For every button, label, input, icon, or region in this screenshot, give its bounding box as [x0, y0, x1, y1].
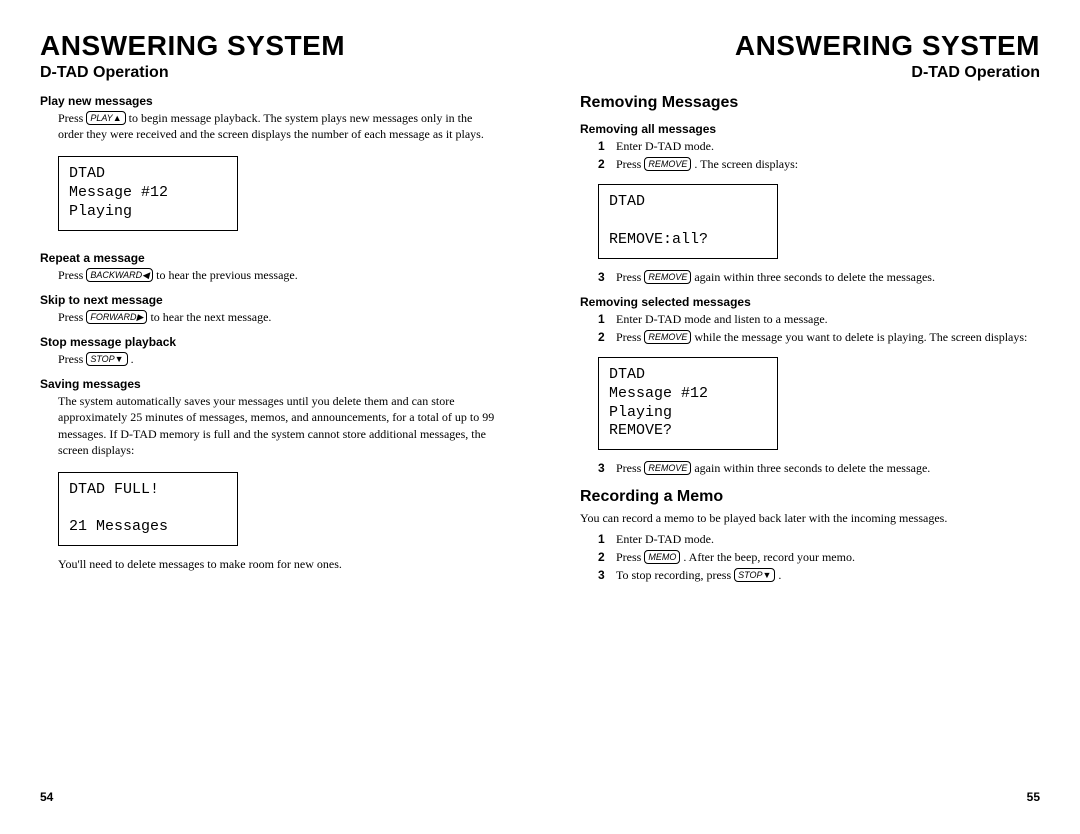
keycap-play: PLAY▲: [86, 111, 125, 125]
heading-play-new: Play new messages: [40, 94, 500, 108]
paragraph: Press STOP▼ .: [40, 351, 500, 367]
heading-removing: Removing Messages: [580, 94, 1040, 112]
list-removing-sel-cont: Press REMOVE again within three seconds …: [580, 460, 1040, 476]
keycap-remove: REMOVE: [644, 461, 691, 475]
keycap-forward: FORWARD▶: [86, 310, 147, 324]
text: to hear the next message.: [147, 310, 271, 324]
paragraph: Press BACKWARD◀ to hear the previous mes…: [40, 267, 500, 283]
list-recmemo: Enter D-TAD mode. Press MEMO . After the…: [580, 531, 1040, 584]
list-item: Enter D-TAD mode.: [598, 531, 1040, 547]
text: Press: [616, 550, 644, 564]
page-number: 54: [40, 790, 53, 804]
subheading-removing-all: Removing all messages: [580, 122, 1040, 136]
text: Press: [58, 352, 86, 366]
paragraph: You can record a memo to be played back …: [580, 510, 1040, 526]
keycap-remove: REMOVE: [644, 157, 691, 171]
list-item: Press REMOVE while the message you want …: [598, 329, 1040, 345]
page-left: ANSWERING SYSTEM D-TAD Operation Play ne…: [0, 30, 540, 804]
keycap-memo: MEMO: [644, 550, 680, 564]
text: Press: [58, 268, 86, 282]
list-item: Enter D-TAD mode and listen to a message…: [598, 311, 1040, 327]
list-item: Press MEMO . After the beep, record your…: [598, 549, 1040, 565]
heading-saving: Saving messages: [40, 377, 500, 391]
text: to hear the previous message.: [153, 268, 298, 282]
heading-skip: Skip to next message: [40, 293, 500, 307]
lcd-display: DTAD FULL! 21 Messages: [58, 472, 238, 546]
keycap-remove: REMOVE: [644, 270, 691, 284]
heading-recmemo: Recording a Memo: [580, 488, 1040, 506]
paragraph: The system automatically saves your mess…: [40, 393, 500, 458]
text: while the message you want to delete is …: [691, 330, 1027, 344]
text: Press: [616, 461, 644, 475]
lcd-display: DTAD REMOVE:all?: [598, 184, 778, 258]
text: .: [128, 352, 134, 366]
list-item: To stop recording, press STOP▼ .: [598, 567, 1040, 583]
text: .: [775, 568, 781, 582]
list-item: Press REMOVE again within three seconds …: [598, 269, 1040, 285]
list-item: Press REMOVE again within three seconds …: [598, 460, 1040, 476]
heading-stop: Stop message playback: [40, 335, 500, 349]
lcd-display: DTAD Message #12 Playing REMOVE?: [598, 357, 778, 450]
text: again within three seconds to delete the…: [691, 270, 935, 284]
paragraph: Press PLAY▲ to begin message playback. T…: [40, 110, 500, 142]
paragraph: Press FORWARD▶ to hear the next message.: [40, 309, 500, 325]
page-title: ANSWERING SYSTEM: [580, 30, 1040, 62]
subheading-removing-sel: Removing selected messages: [580, 295, 1040, 309]
text: again within three seconds to delete the…: [691, 461, 930, 475]
list-item: Enter D-TAD mode.: [598, 138, 1040, 154]
list-removing-all-cont: Press REMOVE again within three seconds …: [580, 269, 1040, 285]
lcd-display: DTAD Message #12 Playing: [58, 156, 238, 230]
list-removing-sel: Enter D-TAD mode and listen to a message…: [580, 311, 1040, 345]
text: . After the beep, record your memo.: [680, 550, 855, 564]
page-subtitle: D-TAD Operation: [40, 64, 500, 82]
text: Press: [616, 157, 644, 171]
keycap-stop: STOP▼: [734, 568, 775, 582]
text: Press: [58, 310, 86, 324]
text: Press: [58, 111, 86, 125]
text: To stop recording, press: [616, 568, 734, 582]
list-item: Press REMOVE . The screen displays:: [598, 156, 1040, 172]
page-right: ANSWERING SYSTEM D-TAD Operation Removin…: [540, 30, 1080, 804]
keycap-backward: BACKWARD◀: [86, 268, 153, 282]
page-number: 55: [1027, 790, 1040, 804]
keycap-stop: STOP▼: [86, 352, 127, 366]
paragraph: You'll need to delete messages to make r…: [40, 556, 500, 572]
list-removing-all: Enter D-TAD mode. Press REMOVE . The scr…: [580, 138, 1040, 172]
text: Press: [616, 330, 644, 344]
text: Press: [616, 270, 644, 284]
heading-repeat: Repeat a message: [40, 251, 500, 265]
page-title: ANSWERING SYSTEM: [40, 30, 500, 62]
text: . The screen displays:: [691, 157, 798, 171]
page-subtitle: D-TAD Operation: [580, 64, 1040, 82]
keycap-remove: REMOVE: [644, 330, 691, 344]
